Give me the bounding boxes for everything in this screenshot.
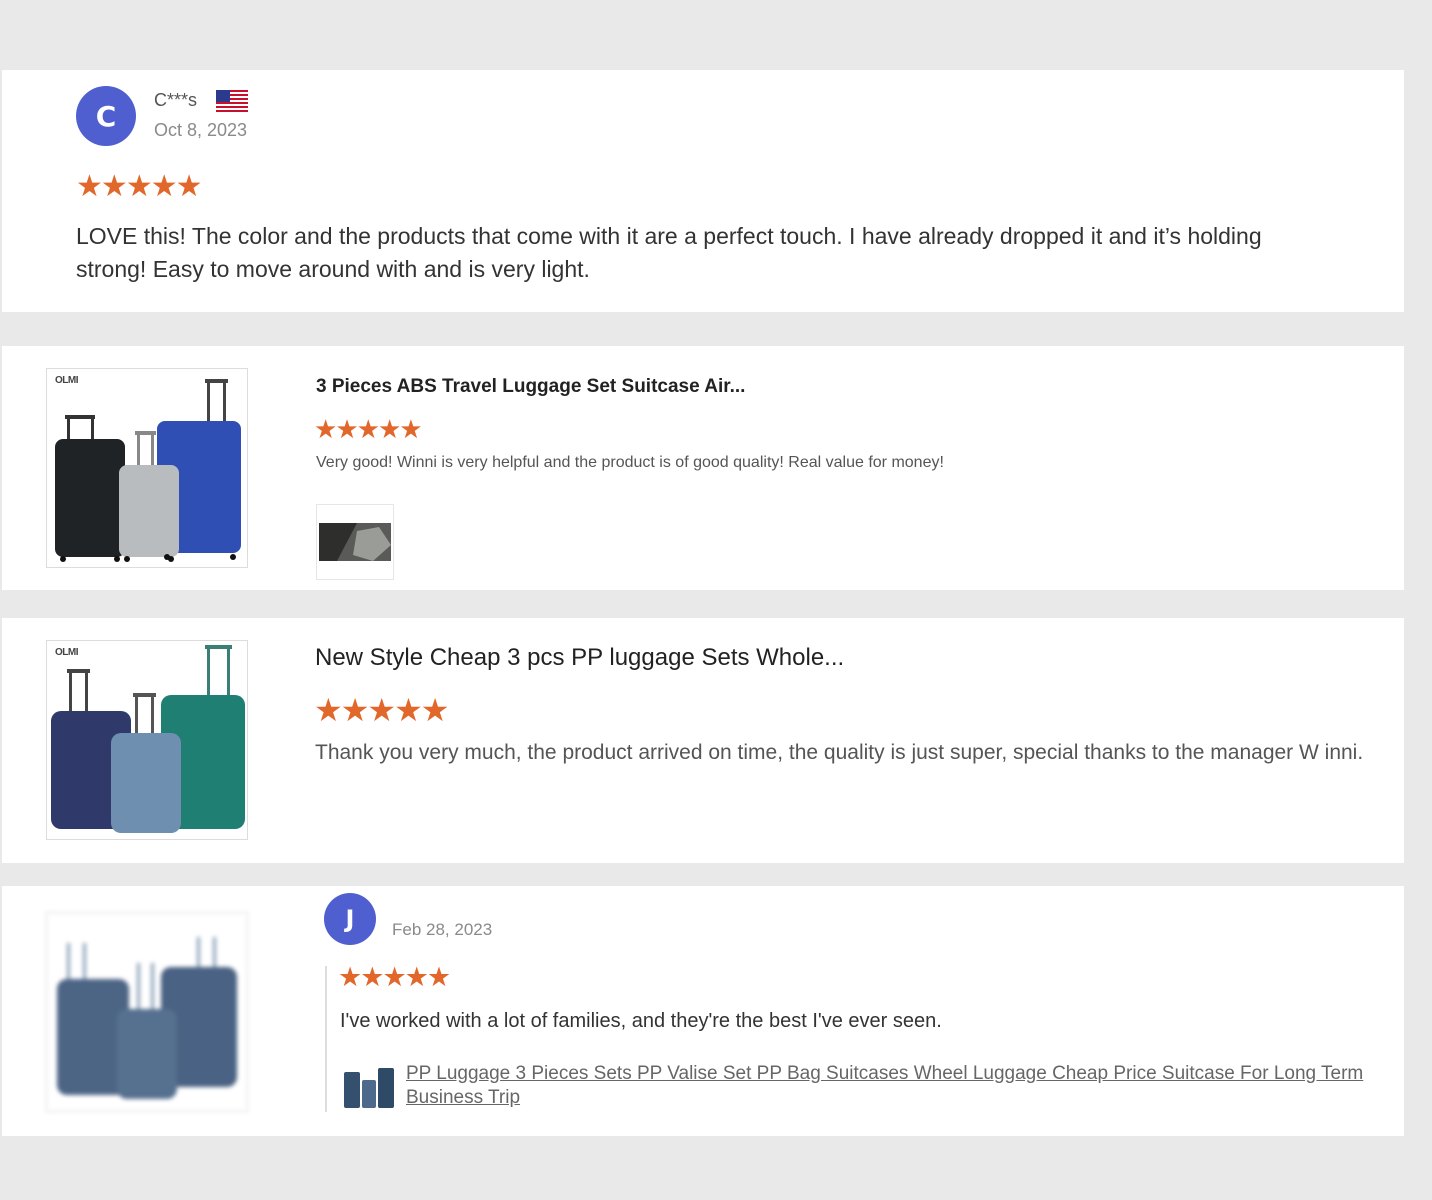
- star-icon: ★: [125, 170, 153, 203]
- star-icon: ★: [314, 692, 343, 728]
- photo-icon: [319, 523, 391, 561]
- luggage-image: [55, 379, 241, 562]
- luggage-image: [344, 1068, 394, 1108]
- username: C***s: [154, 90, 198, 110]
- us-flag-icon: [216, 90, 248, 112]
- star-icon: ★: [377, 414, 401, 444]
- star-icon: ★: [426, 962, 451, 992]
- review-photo-thumbnail[interactable]: [316, 504, 394, 580]
- review-card-2: OLMI 3 Pieces ABS Travel Luggage Set Sui…: [2, 346, 1404, 590]
- brand-logo: OLMI: [55, 375, 79, 386]
- review-text: LOVE this! The color and the products th…: [76, 223, 1262, 282]
- review-card-3: OLMI New Style Cheap 3 pcs PP luggage Se…: [2, 618, 1404, 863]
- star-icon: ★: [404, 962, 429, 992]
- review-text: I've worked with a lot of families, and …: [340, 1010, 942, 1032]
- star-rating: ★★★★★: [76, 170, 203, 204]
- star-icon: ★: [314, 414, 337, 444]
- product-thumbnail[interactable]: OLMI: [46, 368, 248, 568]
- review-date: Oct 8, 2023: [154, 120, 248, 140]
- product-title[interactable]: New Style Cheap 3 pcs PP luggage Sets Wh…: [315, 644, 844, 672]
- luggage-image: [51, 645, 245, 833]
- star-icon: ★: [360, 962, 384, 992]
- star-rating: ★★★★★: [338, 962, 451, 993]
- product-title[interactable]: 3 Pieces ABS Travel Luggage Set Suitcase…: [316, 376, 745, 398]
- product-link[interactable]: PP Luggage 3 Pieces Sets PP Valise Set P…: [406, 1062, 1376, 1110]
- star-icon: ★: [340, 692, 370, 728]
- avatar: J: [324, 893, 376, 945]
- star-icon: ★: [76, 170, 103, 203]
- product-thumbnail[interactable]: [46, 912, 248, 1112]
- star-icon: ★: [175, 170, 203, 203]
- star-icon: ★: [356, 414, 380, 444]
- review-text: Very good! Winni is very helpful and the…: [316, 454, 944, 471]
- star-icon: ★: [150, 170, 178, 203]
- brand-logo: OLMI: [55, 647, 79, 658]
- star-icon: ★: [399, 414, 422, 444]
- star-rating: ★★★★★: [314, 692, 450, 729]
- review-divider: [325, 966, 327, 1112]
- star-icon: ★: [420, 692, 450, 728]
- review-card-1: C C***s Oct 8, 2023 ★★★★★ LOVE this! The…: [2, 70, 1404, 312]
- product-link-thumbnail[interactable]: [340, 1058, 396, 1110]
- review-date: Feb 28, 2023: [392, 920, 493, 939]
- star-icon: ★: [382, 962, 406, 992]
- review-text: Thank you very much, the product arrived…: [315, 741, 1364, 764]
- luggage-image: [57, 937, 237, 1099]
- star-icon: ★: [394, 692, 423, 728]
- star-icon: ★: [335, 414, 358, 444]
- star-rating: ★★★★★: [314, 414, 423, 445]
- product-thumbnail[interactable]: OLMI: [46, 640, 248, 840]
- star-icon: ★: [100, 170, 128, 203]
- star-icon: ★: [367, 692, 396, 728]
- star-icon: ★: [338, 962, 362, 992]
- review-card-4: J Feb 28, 2023 ★★★★★ I've worked with a …: [2, 886, 1404, 1136]
- avatar: C: [76, 86, 136, 146]
